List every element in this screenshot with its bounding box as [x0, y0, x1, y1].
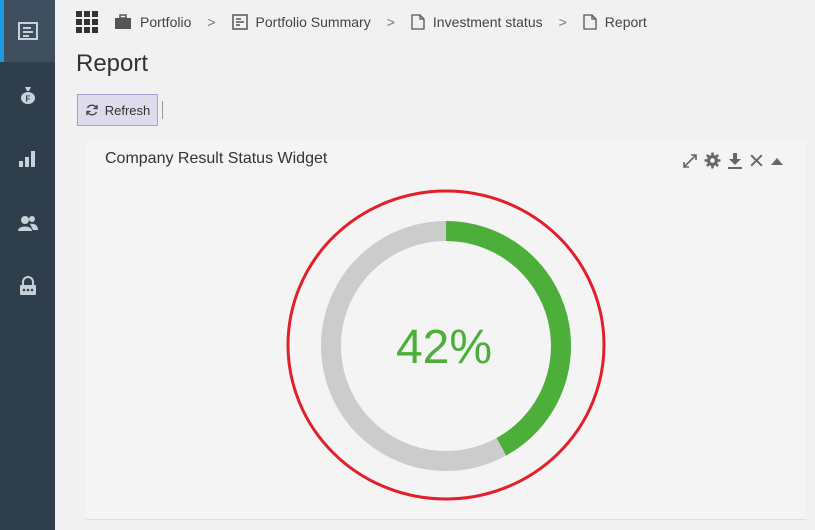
breadcrumb-item-report[interactable]: Report [583, 14, 647, 30]
download-icon[interactable] [727, 152, 743, 169]
breadcrumb-label: Investment status [432, 14, 543, 30]
breadcrumb-separator: > [207, 14, 216, 30]
dashboard-icon [17, 22, 38, 40]
breadcrumb-separator: > [558, 14, 567, 30]
breadcrumb-item-investment-status[interactable]: Investment status [411, 14, 543, 30]
widget-tools [676, 152, 784, 169]
sidebar-item-security[interactable] [0, 255, 55, 317]
sidebar-item-dashboard[interactable] [0, 0, 55, 62]
summary-icon [231, 14, 248, 30]
sidebar: F [0, 0, 55, 530]
sidebar-item-funds[interactable]: F [0, 64, 55, 126]
progress-value: 42% [396, 321, 492, 374]
document-icon [583, 14, 597, 30]
sidebar-item-reports[interactable] [0, 127, 55, 189]
document-icon [411, 14, 425, 30]
users-icon [17, 216, 38, 231]
breadcrumb-label: Report [604, 14, 647, 30]
svg-text:F: F [25, 95, 30, 104]
close-icon[interactable] [749, 153, 764, 168]
breadcrumb-label: Portfolio [140, 14, 192, 30]
breadcrumb-item-portfolio-summary[interactable]: Portfolio Summary [231, 14, 371, 30]
widget-title: Company Result Status Widget [105, 150, 328, 167]
refresh-button[interactable]: Refresh [77, 94, 158, 126]
collapse-icon[interactable] [770, 155, 784, 167]
breadcrumb-label: Portfolio Summary [255, 14, 371, 30]
briefcase-icon [115, 14, 131, 29]
gear-icon[interactable] [704, 152, 721, 169]
bar-chart-icon [18, 151, 35, 167]
widget-panel: Company Result Status Widget 42% [86, 140, 806, 520]
refresh-label: Refresh [104, 102, 151, 118]
toolbar-divider [162, 101, 163, 119]
refresh-icon [86, 104, 98, 116]
app-grid-icon[interactable] [76, 11, 98, 33]
breadcrumb-separator: > [386, 14, 395, 30]
sidebar-item-users[interactable] [0, 192, 55, 254]
breadcrumb-item-portfolio[interactable]: Portfolio [114, 14, 191, 30]
lock-icon [19, 276, 36, 295]
money-bag-icon: F [20, 87, 35, 104]
progress-ring-chart: 42% [286, 189, 606, 501]
breadcrumb: Portfolio > Portfolio Summary > Investme… [76, 10, 647, 34]
expand-icon[interactable] [682, 153, 698, 169]
page-title: Report [76, 50, 149, 77]
